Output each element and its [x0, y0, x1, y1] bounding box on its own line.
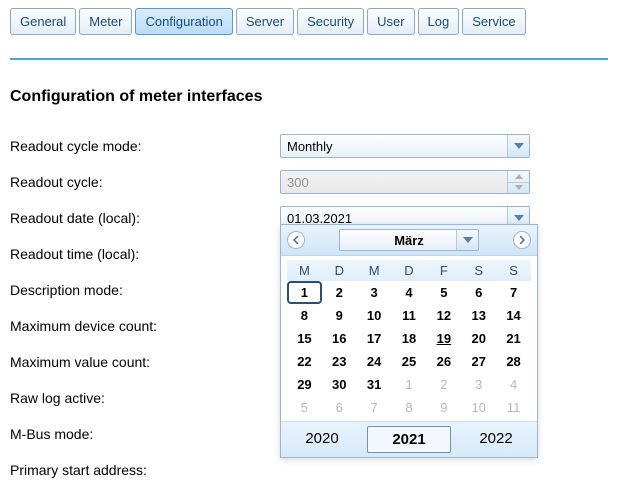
next-month-button[interactable] [513, 231, 531, 249]
readout-cycle-mode-select[interactable]: Monthly [280, 134, 530, 158]
calendar-day: 9 [426, 396, 461, 419]
tab-log[interactable]: Log [418, 8, 460, 35]
label-readout-date: Readout date (local): [10, 210, 280, 226]
calendar-dow: D [392, 260, 427, 281]
tab-bar: GeneralMeterConfigurationServerSecurityU… [10, 8, 608, 35]
calendar-day[interactable]: 3 [357, 281, 392, 304]
calendar-day: 10 [461, 396, 496, 419]
calendar-day[interactable]: 17 [357, 327, 392, 350]
tab-server[interactable]: Server [236, 8, 294, 35]
calendar-day[interactable]: 28 [496, 350, 531, 373]
calendar-day[interactable]: 13 [461, 304, 496, 327]
calendar-day[interactable]: 26 [426, 350, 461, 373]
calendar-day[interactable]: 31 [357, 373, 392, 396]
tab-meter[interactable]: Meter [79, 8, 132, 35]
calendar-dow: S [461, 260, 496, 281]
calendar-day[interactable]: 30 [322, 373, 357, 396]
calendar-grid: MDMDFSS123456789101112131415161718192021… [281, 256, 537, 421]
calendar-day: 2 [426, 373, 461, 396]
calendar-day[interactable]: 22 [287, 350, 322, 373]
calendar-day[interactable]: 9 [322, 304, 357, 327]
label-readout-time: Readout time (local): [10, 246, 280, 262]
calendar-day[interactable]: 11 [392, 304, 427, 327]
calendar-day[interactable]: 19 [426, 327, 461, 350]
label-raw-log-active: Raw log active: [10, 390, 280, 406]
calendar-year[interactable]: 2021 [367, 426, 451, 453]
prev-month-button[interactable] [287, 231, 305, 249]
month-label: März [394, 233, 424, 248]
calendar-day[interactable]: 29 [287, 373, 322, 396]
config-form: Readout cycle mode: Monthly Readout cycl… [10, 128, 608, 488]
calendar-day[interactable]: 4 [392, 281, 427, 304]
calendar-dow: S [496, 260, 531, 281]
month-select[interactable]: März [339, 229, 479, 251]
tab-configuration[interactable]: Configuration [135, 8, 232, 35]
calendar-day: 1 [392, 373, 427, 396]
calendar-day[interactable]: 25 [392, 350, 427, 373]
calendar-day: 11 [496, 396, 531, 419]
calendar-day[interactable]: 6 [461, 281, 496, 304]
page-title: Configuration of meter interfaces [10, 88, 608, 106]
dropdown-icon[interactable] [456, 230, 478, 250]
calendar-day: 4 [496, 373, 531, 396]
calendar-day[interactable]: 18 [392, 327, 427, 350]
label-max-value-count: Maximum value count: [10, 354, 280, 370]
calendar-day[interactable]: 24 [357, 350, 392, 373]
calendar-day: 7 [357, 396, 392, 419]
calendar-day[interactable]: 23 [322, 350, 357, 373]
calendar-day[interactable]: 15 [287, 327, 322, 350]
label-readout-cycle-mode: Readout cycle mode: [10, 138, 280, 154]
calendar-day: 3 [461, 373, 496, 396]
label-mbus-mode: M-Bus mode: [10, 426, 280, 442]
calendar-day[interactable]: 20 [461, 327, 496, 350]
label-readout-cycle: Readout cycle: [10, 174, 280, 190]
calendar-day[interactable]: 16 [322, 327, 357, 350]
readout-cycle-value: 300 [287, 175, 309, 190]
tab-general[interactable]: General [10, 8, 76, 35]
calendar-day: 5 [287, 396, 322, 419]
calendar-day: 6 [322, 396, 357, 419]
tab-underline [10, 58, 608, 60]
calendar-header: März [281, 225, 537, 256]
label-primary-start-address: Primary start address: [10, 462, 280, 478]
calendar-day[interactable]: 27 [461, 350, 496, 373]
calendar-day[interactable]: 8 [287, 304, 322, 327]
calendar-dow: F [426, 260, 461, 281]
calendar-dow: D [322, 260, 357, 281]
calendar-day[interactable]: 2 [322, 281, 357, 304]
calendar-day[interactable]: 12 [426, 304, 461, 327]
calendar-day[interactable]: 5 [426, 281, 461, 304]
date-picker: März MDMDFSS1234567891011121314151617181… [280, 224, 538, 458]
calendar-day[interactable]: 1 [287, 281, 322, 304]
tab-user[interactable]: User [367, 8, 414, 35]
calendar-day[interactable]: 7 [496, 281, 531, 304]
calendar-day: 8 [392, 396, 427, 419]
tab-service[interactable]: Service [462, 8, 525, 35]
calendar-day[interactable]: 14 [496, 304, 531, 327]
calendar-year[interactable]: 2020 [281, 422, 363, 457]
calendar-day[interactable]: 10 [357, 304, 392, 327]
dropdown-icon[interactable] [507, 135, 529, 157]
calendar-day[interactable]: 21 [496, 327, 531, 350]
spinner-icon [507, 171, 529, 193]
readout-cycle-mode-value: Monthly [287, 139, 333, 154]
calendar-year[interactable]: 2022 [455, 422, 537, 457]
label-description-mode: Description mode: [10, 282, 280, 298]
calendar-dow: M [287, 260, 322, 281]
year-selector: 202020212022 [281, 421, 537, 457]
tab-security[interactable]: Security [297, 8, 364, 35]
label-max-device-count: Maximum device count: [10, 318, 280, 334]
readout-cycle-input: 300 [280, 170, 530, 194]
calendar-dow: M [357, 260, 392, 281]
